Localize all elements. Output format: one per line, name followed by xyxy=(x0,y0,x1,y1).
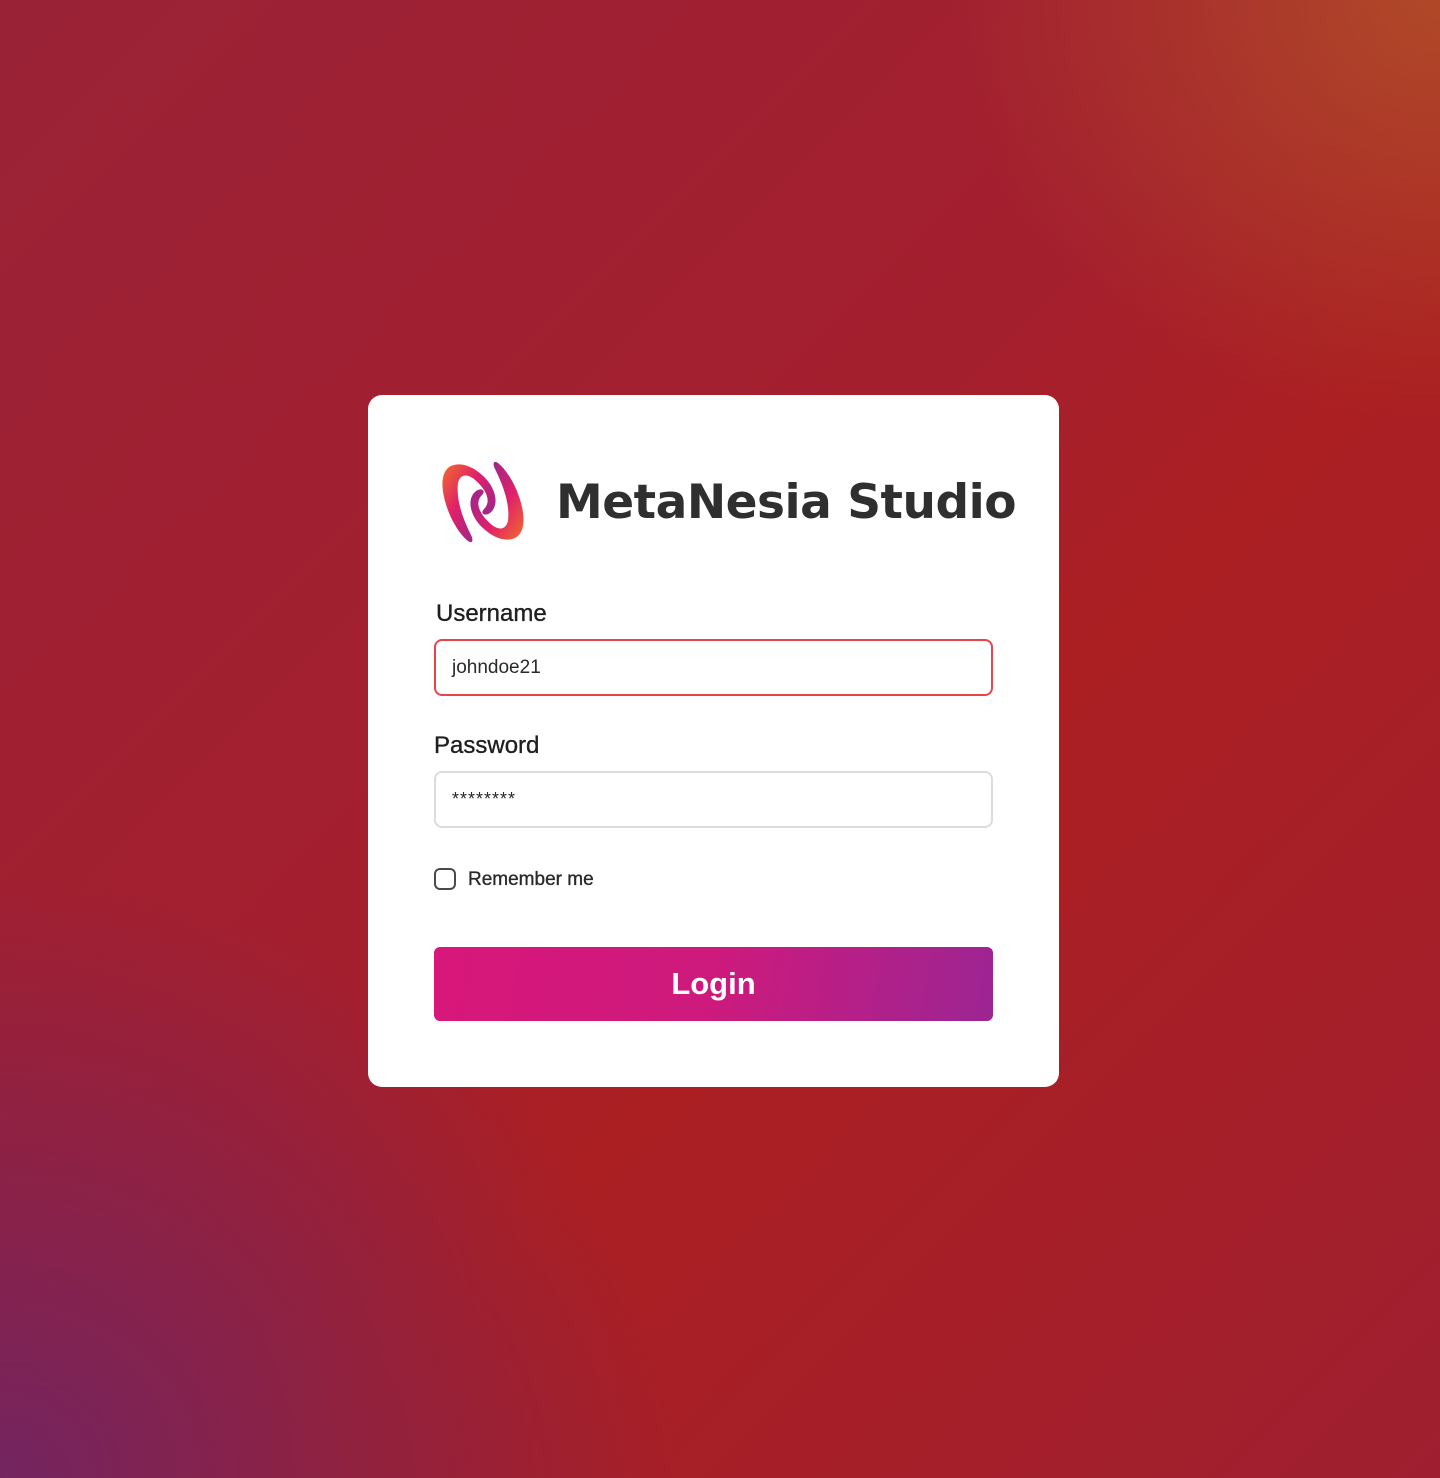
brand-name: MetaNesia Studio xyxy=(556,474,1017,530)
username-label: Username xyxy=(436,600,547,627)
remember-me-label[interactable]: Remember me xyxy=(468,867,594,891)
remember-me-row[interactable]: Remember me xyxy=(434,867,594,891)
password-input[interactable]: ******** xyxy=(434,771,993,828)
login-card: MetaNesia Studio Username johndoe21 Pass… xyxy=(368,395,1059,1087)
password-label: Password xyxy=(434,732,540,759)
brand-header: MetaNesia Studio xyxy=(440,457,1017,547)
username-input[interactable]: johndoe21 xyxy=(434,639,993,696)
login-button[interactable]: Login xyxy=(434,947,993,1021)
metanesia-n-logo-icon xyxy=(442,461,524,543)
remember-me-checkbox[interactable] xyxy=(434,868,456,890)
